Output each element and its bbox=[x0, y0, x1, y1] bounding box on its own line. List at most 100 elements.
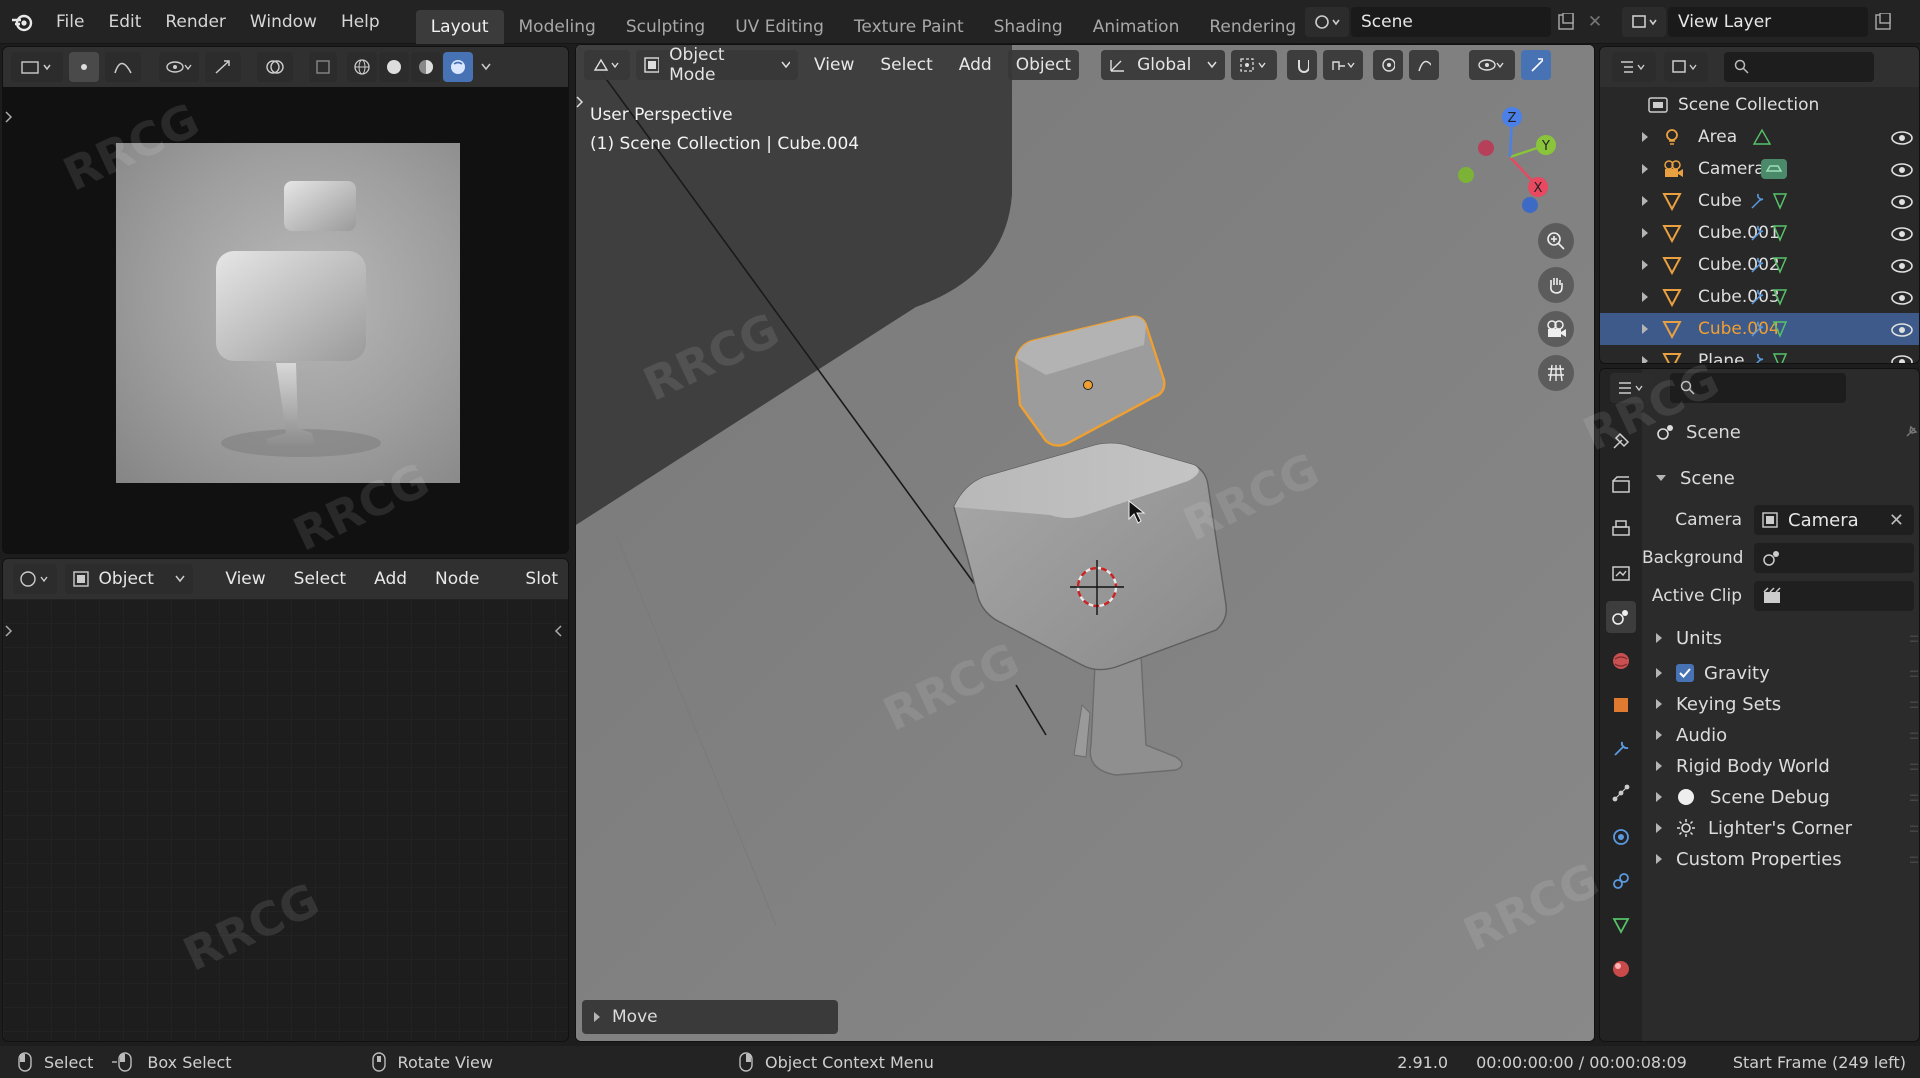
object-data-icon[interactable] bbox=[1750, 256, 1790, 274]
data-tab-icon[interactable] bbox=[1606, 909, 1636, 941]
node-canvas[interactable] bbox=[3, 599, 568, 1041]
viewport-menu-add[interactable]: Add bbox=[949, 55, 1002, 75]
drag-handle-icon[interactable]: :::: bbox=[1909, 790, 1919, 804]
material-shading-button[interactable] bbox=[411, 52, 441, 82]
physics-tab-icon[interactable] bbox=[1606, 821, 1636, 853]
node-panel-expand-arrow-icon[interactable] bbox=[3, 621, 15, 641]
view-layer-tab-icon[interactable] bbox=[1606, 557, 1636, 589]
wireframe-shading-button[interactable] bbox=[347, 52, 377, 82]
pin-icon[interactable] bbox=[1903, 424, 1919, 440]
gravity-checkbox[interactable] bbox=[1676, 664, 1694, 682]
orthographic-toggle-icon[interactable] bbox=[1538, 355, 1574, 391]
visibility-eye-icon[interactable] bbox=[1891, 322, 1913, 337]
camera-view-icon[interactable] bbox=[1538, 311, 1574, 347]
particles-tab-icon[interactable] bbox=[1606, 777, 1636, 809]
curve-button[interactable] bbox=[105, 52, 141, 82]
background-property-field[interactable] bbox=[1754, 543, 1914, 573]
viewport-menu-view[interactable]: View bbox=[804, 55, 864, 75]
scene-panel-header[interactable]: Scene bbox=[1642, 459, 1919, 497]
shader-menu-add[interactable]: Add bbox=[364, 569, 417, 589]
last-operator-panel[interactable]: Move bbox=[582, 1000, 838, 1034]
snap-toggle[interactable] bbox=[1287, 50, 1318, 80]
render-tab-icon[interactable] bbox=[1606, 469, 1636, 501]
object-mode-dropdown[interactable]: Object Mode bbox=[636, 45, 798, 85]
gizmo-toggle[interactable] bbox=[205, 52, 241, 82]
object-data-icon[interactable] bbox=[1760, 158, 1788, 180]
drag-handle-icon[interactable]: :::: bbox=[1909, 728, 1919, 742]
tab-texture-paint[interactable]: Texture Paint bbox=[839, 10, 979, 44]
vertex-select-button[interactable] bbox=[69, 52, 99, 82]
expand-arrow-icon[interactable] bbox=[1642, 292, 1658, 302]
shader-object-dropdown[interactable]: Object bbox=[64, 564, 194, 594]
zoom-icon[interactable] bbox=[1538, 223, 1574, 259]
overlay-toggle[interactable] bbox=[257, 52, 293, 82]
expand-arrow-icon[interactable] bbox=[1642, 260, 1658, 270]
properties-search-input[interactable] bbox=[1670, 373, 1846, 403]
toolbar-collapse-icon[interactable] bbox=[576, 93, 586, 111]
outliner-item[interactable]: Cube.003 bbox=[1600, 281, 1919, 313]
object-data-icon[interactable] bbox=[1750, 352, 1790, 363]
active-clip-property-field[interactable] bbox=[1754, 581, 1914, 611]
drag-handle-icon[interactable]: :::: bbox=[1909, 631, 1919, 645]
outliner-item[interactable]: Plane bbox=[1600, 345, 1919, 363]
shader-menu-view[interactable]: View bbox=[215, 569, 275, 589]
navigation-gizmo[interactable]: X Y Z bbox=[1456, 101, 1576, 221]
outliner-item[interactable]: Cube.004 bbox=[1600, 313, 1919, 345]
outliner-item[interactable]: Cube.002 bbox=[1600, 249, 1919, 281]
drag-handle-icon[interactable]: :::: bbox=[1909, 697, 1919, 711]
menu-file[interactable]: File bbox=[44, 0, 96, 44]
node-sidebar-collapse-icon[interactable] bbox=[552, 621, 564, 641]
blender-logo-icon[interactable] bbox=[0, 0, 44, 44]
subpanel-header[interactable]: Custom Properties:::: bbox=[1642, 840, 1919, 878]
snap-target-dropdown[interactable] bbox=[1323, 50, 1364, 80]
drag-handle-icon[interactable]: :::: bbox=[1909, 852, 1919, 866]
viewport-editor-type-button[interactable] bbox=[584, 50, 630, 80]
visibility-eye-icon[interactable] bbox=[1891, 226, 1913, 241]
outliner-item[interactable]: Cube bbox=[1600, 185, 1919, 217]
object-data-icon[interactable] bbox=[1752, 128, 1772, 146]
pivot-point-dropdown[interactable] bbox=[1231, 50, 1278, 80]
tool-tab-icon[interactable] bbox=[1606, 425, 1636, 457]
shader-menu-node[interactable]: Node bbox=[425, 569, 489, 589]
viewport-gizmo-toggle[interactable] bbox=[1521, 50, 1552, 80]
panel-expand-arrow-icon[interactable] bbox=[3, 107, 15, 127]
scene-name-field[interactable]: Scene bbox=[1351, 7, 1551, 37]
expand-arrow-icon[interactable] bbox=[1642, 324, 1658, 334]
view-layer-field[interactable]: View Layer bbox=[1668, 7, 1868, 37]
drag-handle-icon[interactable]: :::: bbox=[1909, 759, 1919, 773]
outliner-item[interactable]: Area bbox=[1600, 121, 1919, 153]
expand-arrow-icon[interactable] bbox=[1642, 196, 1658, 206]
visibility-dropdown[interactable] bbox=[159, 52, 199, 82]
drag-handle-icon[interactable]: :::: bbox=[1909, 821, 1919, 835]
scene-browse-button[interactable] bbox=[1305, 7, 1349, 37]
visibility-eye-icon[interactable] bbox=[1891, 130, 1913, 145]
object-tab-icon[interactable] bbox=[1606, 689, 1636, 721]
outliner-item[interactable]: Cube.001 bbox=[1600, 217, 1919, 249]
shader-menu-slot[interactable]: Slot bbox=[515, 569, 568, 589]
expand-arrow-icon[interactable] bbox=[1642, 164, 1658, 174]
falloff-dropdown[interactable] bbox=[1409, 50, 1440, 80]
object-data-icon[interactable] bbox=[1750, 224, 1790, 242]
pan-hand-icon[interactable] bbox=[1538, 267, 1574, 303]
constraints-tab-icon[interactable] bbox=[1606, 865, 1636, 897]
delete-scene-icon[interactable]: ✕ bbox=[1581, 7, 1609, 37]
tab-sculpting[interactable]: Sculpting bbox=[611, 10, 720, 44]
outliner-scene-collection[interactable]: Scene Collection bbox=[1600, 89, 1919, 121]
output-tab-icon[interactable] bbox=[1606, 513, 1636, 545]
modifier-tab-icon[interactable] bbox=[1606, 733, 1636, 765]
tab-modeling[interactable]: Modeling bbox=[504, 10, 611, 44]
tab-uv-editing[interactable]: UV Editing bbox=[720, 10, 839, 44]
object-data-icon[interactable] bbox=[1750, 192, 1790, 210]
outliner-search-input[interactable] bbox=[1724, 52, 1874, 82]
visibility-eye-icon[interactable] bbox=[1891, 290, 1913, 305]
tab-shading[interactable]: Shading bbox=[979, 10, 1078, 44]
visibility-eye-icon[interactable] bbox=[1891, 194, 1913, 209]
new-view-layer-icon[interactable] bbox=[1868, 7, 1898, 37]
clear-camera-icon[interactable]: ✕ bbox=[1889, 510, 1904, 531]
proportional-edit-toggle[interactable] bbox=[1373, 50, 1404, 80]
viewport-menu-object[interactable]: Object bbox=[1007, 50, 1080, 80]
visibility-eye-icon[interactable] bbox=[1891, 162, 1913, 177]
world-tab-icon[interactable] bbox=[1606, 645, 1636, 677]
solid-shading-button[interactable] bbox=[379, 52, 409, 82]
shader-editor-type-button[interactable] bbox=[13, 564, 57, 594]
